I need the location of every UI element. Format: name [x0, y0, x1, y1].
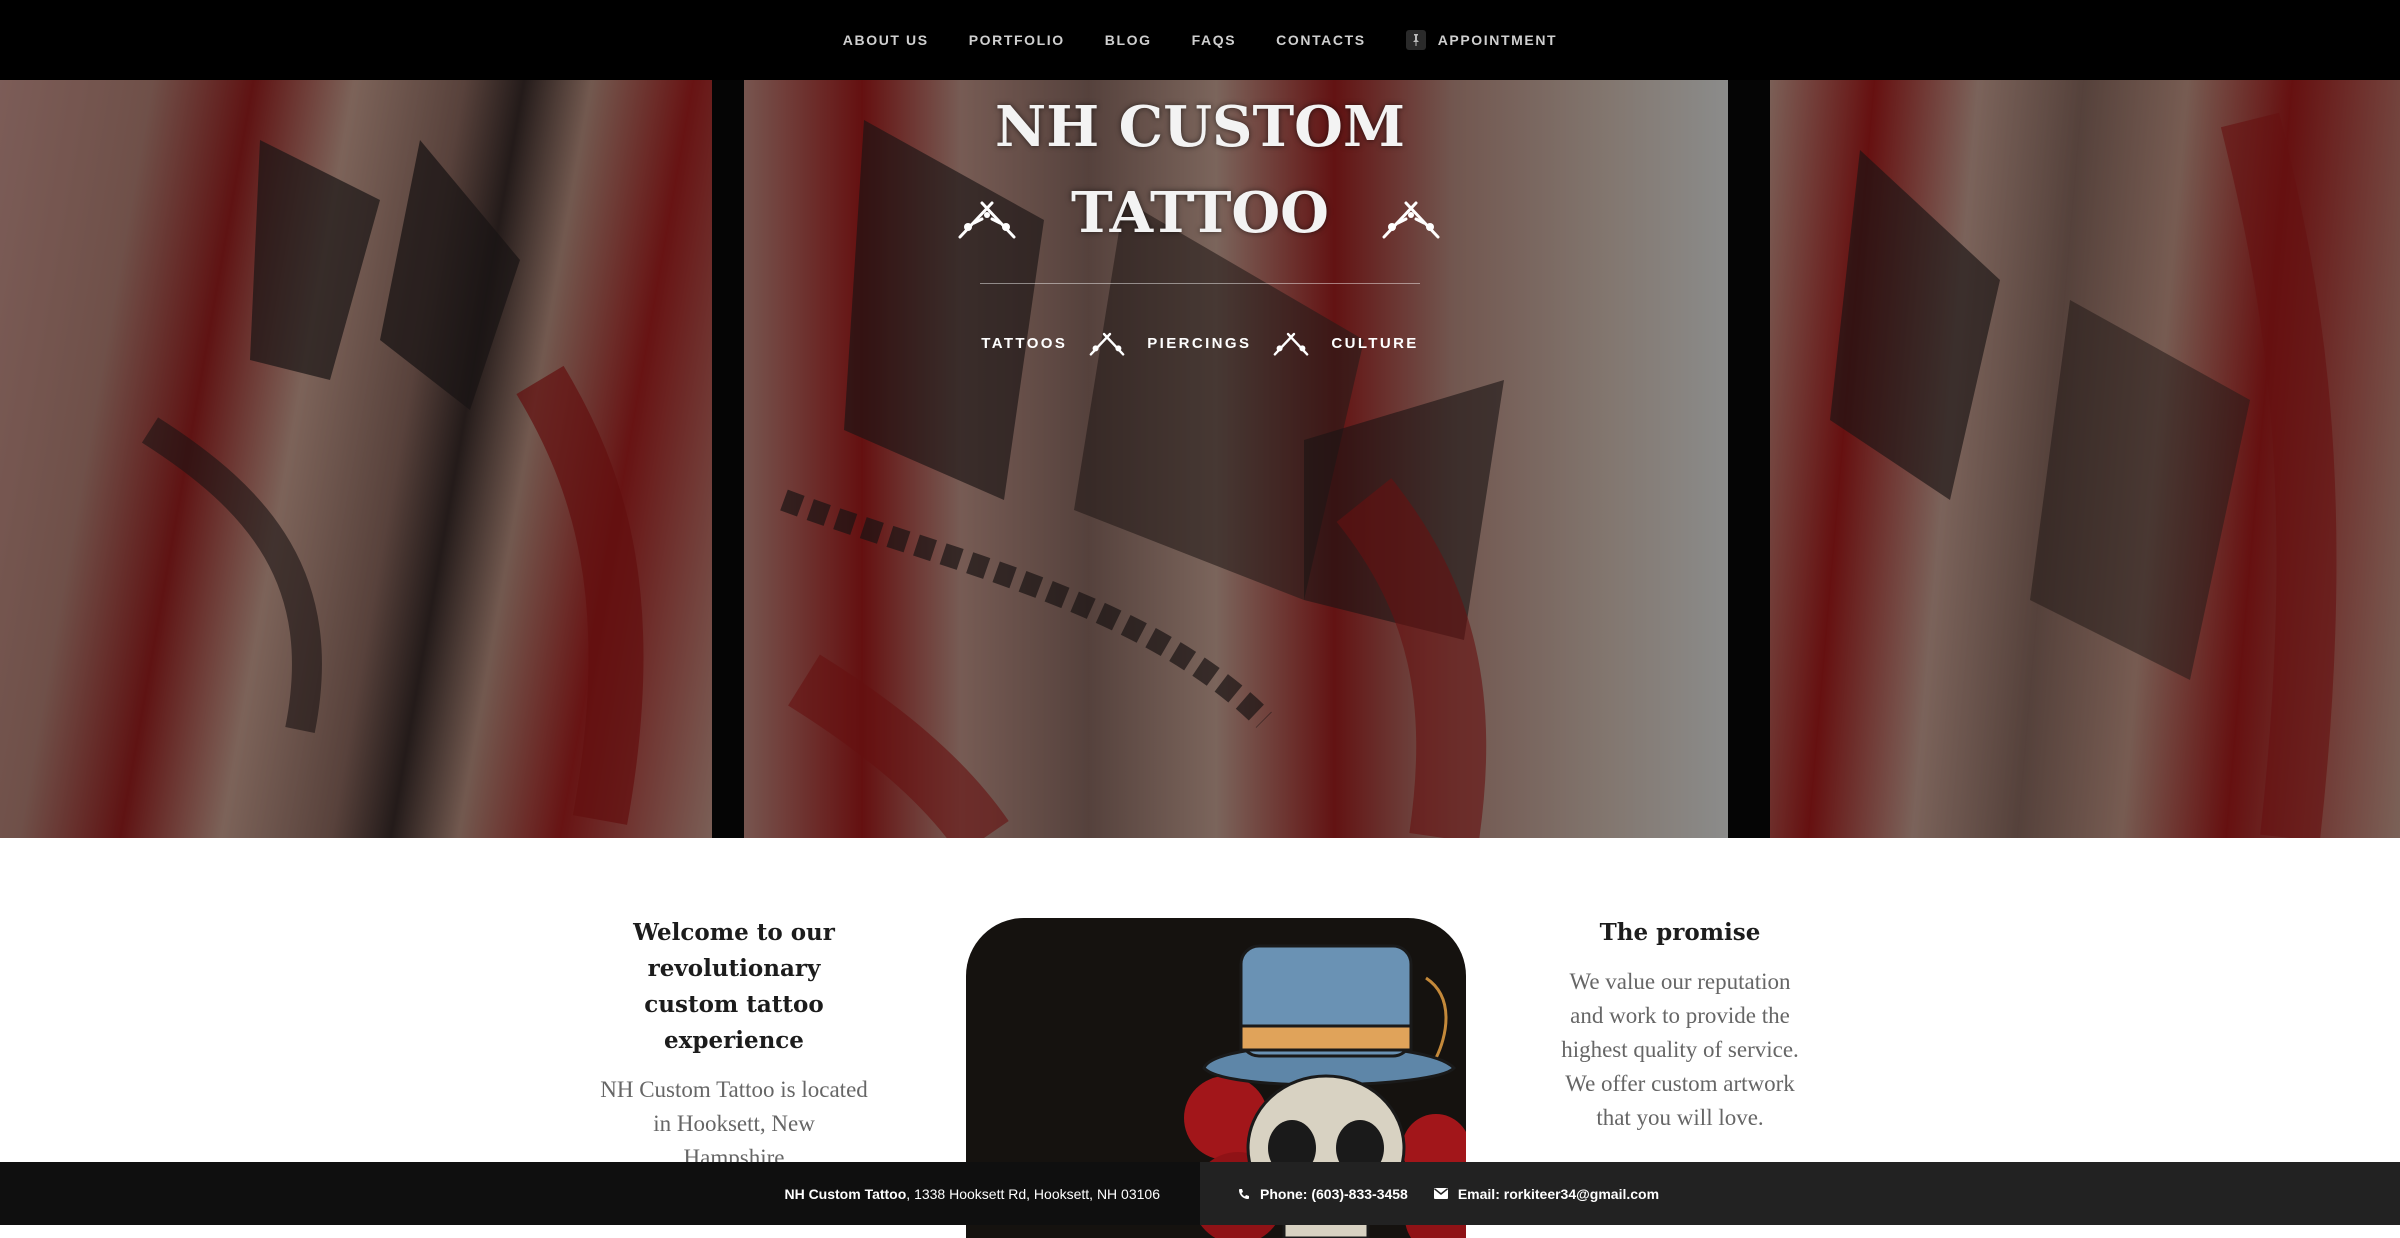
hero-banner: NH CUSTOM TATTOO TATTOOS PIERCINGS CULTU…	[0, 80, 2400, 838]
top-navigation: ABOUT US PORTFOLIO BLOG FAQS CONTACTS AP…	[0, 0, 2400, 80]
phone-text: Phone: (603)-833-3458	[1260, 1185, 1408, 1202]
subnav-tattoos[interactable]: TATTOOS	[981, 335, 1067, 352]
site-title-line1: NH CUSTOM	[995, 94, 1405, 160]
nav-contacts[interactable]: CONTACTS	[1276, 32, 1366, 48]
crossed-tattoo-machines-icon	[1273, 332, 1309, 356]
nav-portfolio[interactable]: PORTFOLIO	[969, 32, 1065, 48]
address-block: NH Custom Tattoo , 1338 Hooksett Rd, Hoo…	[0, 1162, 1200, 1225]
hero-subnav: TATTOOS PIERCINGS CULTURE	[0, 328, 2400, 358]
email-text: Email: rorkiteer34@gmail.com	[1457, 1185, 1660, 1202]
crossed-tattoo-machines-icon	[1089, 332, 1125, 356]
nav-appointment[interactable]: APPOINTMENT	[1405, 30, 1558, 50]
crossed-tattoo-machines-icon	[958, 201, 1016, 239]
welcome-text: NH Custom Tattoo is located in Hooksett,…	[600, 1077, 868, 1170]
business-address: , 1338 Hooksett Rd, Hooksett, NH 03106	[906, 1185, 1160, 1202]
subnav-piercings[interactable]: PIERCINGS	[1147, 335, 1251, 352]
subnav-culture[interactable]: CULTURE	[1331, 335, 1418, 352]
pushpin-icon	[1405, 30, 1426, 50]
phone-link[interactable]: Phone: (603)-833-3458	[1238, 1186, 1408, 1202]
email-link[interactable]: Email: rorkiteer34@gmail.com	[1433, 1185, 1660, 1202]
promise-column: The promise We value our reputation and …	[1555, 915, 1805, 1135]
site-title-line2: TATTOO	[1071, 180, 1329, 246]
nav-about-us[interactable]: ABOUT US	[843, 32, 929, 48]
phone-icon	[1239, 1188, 1249, 1199]
welcome-heading: Welcome to our revolutionary custom tatt…	[633, 919, 835, 1054]
welcome-column: Welcome to our revolutionary custom tatt…	[600, 915, 868, 1175]
hero-divider	[980, 283, 1420, 284]
site-title: NH CUSTOM TATTOO	[0, 84, 2400, 256]
contact-bar: NH Custom Tattoo , 1338 Hooksett Rd, Hoo…	[0, 1162, 2400, 1225]
promise-text: We value our reputation and work to prov…	[1561, 969, 1799, 1130]
business-name: NH Custom Tattoo	[784, 1185, 907, 1202]
envelope-icon	[1433, 1188, 1448, 1199]
nav-faqs[interactable]: FAQS	[1192, 32, 1237, 48]
promise-heading: The promise	[1599, 919, 1761, 946]
nav-blog[interactable]: BLOG	[1105, 32, 1152, 48]
crossed-tattoo-machines-icon	[1382, 201, 1440, 239]
appointment-label: APPOINTMENT	[1437, 32, 1558, 48]
